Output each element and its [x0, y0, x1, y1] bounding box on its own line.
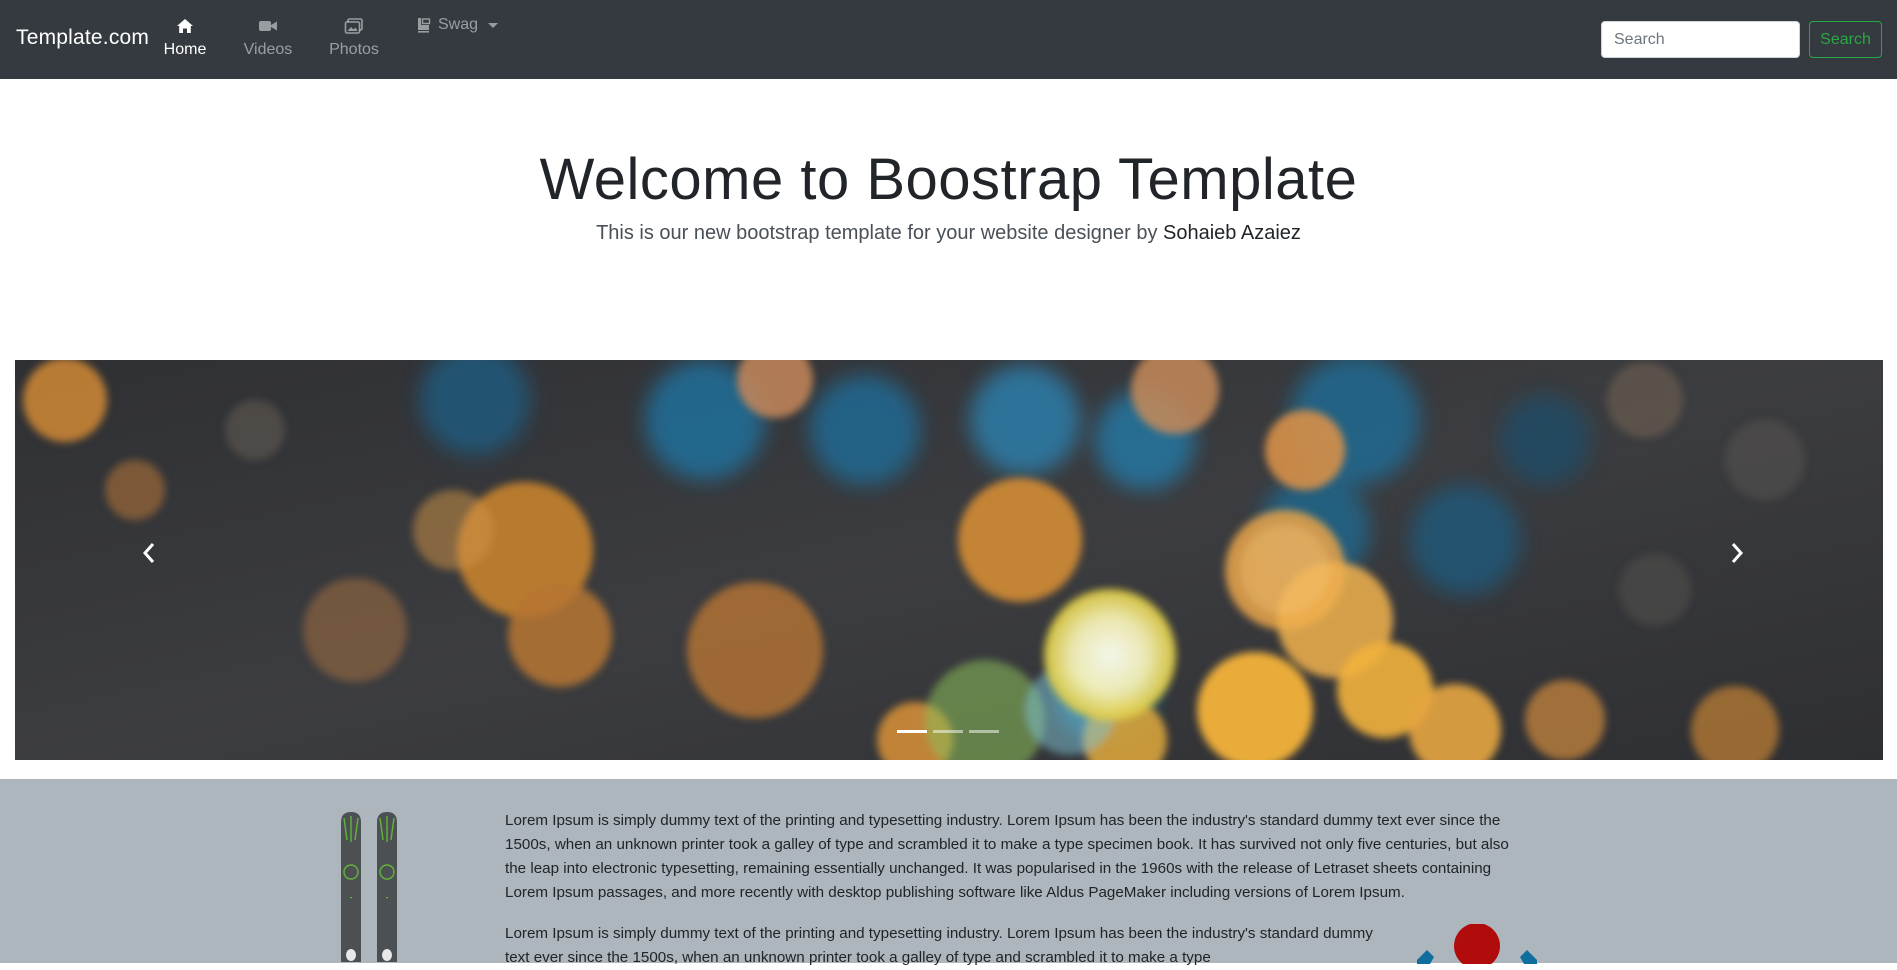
brand-logo-image: [1417, 924, 1537, 964]
carousel-indicator-1[interactable]: [897, 730, 927, 733]
nav-photos-label: Photos: [329, 41, 379, 58]
brand-link[interactable]: Template.com: [16, 26, 149, 50]
nav-videos[interactable]: Videos: [242, 16, 294, 59]
search-button[interactable]: Search: [1809, 21, 1882, 58]
content-section: Lorem Ipsum is simply dummy text of the …: [0, 779, 1897, 966]
hero-subtitle: This is our new bootstrap template for y…: [0, 222, 1897, 245]
carousel-slide-image: [15, 360, 1883, 760]
carousel-indicators: [897, 730, 999, 733]
carousel-indicator-2[interactable]: [933, 730, 963, 733]
nav-home-label: Home: [163, 41, 207, 58]
video-camera-icon: [259, 21, 277, 31]
nav-videos-label: Videos: [243, 41, 293, 58]
carousel-prev-button[interactable]: [141, 542, 171, 578]
nav-swag-dropdown[interactable]: Swag: [416, 16, 499, 34]
chevron-left-icon: [142, 543, 155, 563]
carousel: [15, 360, 1883, 760]
carousel-indicator-3[interactable]: [969, 730, 999, 733]
photos-icon: [344, 18, 363, 34]
carousel-next-button[interactable]: [1729, 542, 1759, 578]
nav-photos[interactable]: Photos: [328, 16, 380, 59]
nav-home[interactable]: Home: [162, 16, 208, 59]
chevron-right-icon: [1731, 543, 1744, 563]
home-icon: [177, 19, 193, 33]
navbar: Template.com Home Videos Photos Swag Sea…: [0, 0, 1897, 79]
hero-author: Sohaieb Azaiez: [1163, 222, 1301, 244]
search-input[interactable]: [1601, 21, 1800, 58]
content-paragraph-1: Lorem Ipsum is simply dummy text of the …: [505, 812, 1509, 901]
hero-title: Welcome to Boostrap Template: [539, 147, 1358, 212]
nav-swag-label: Swag: [438, 16, 479, 33]
skis-image: [341, 812, 397, 962]
swag-icon: [418, 18, 431, 33]
hero-subtitle-text: This is our new bootstrap template for y…: [596, 222, 1158, 244]
caret-down-icon: [488, 22, 499, 28]
